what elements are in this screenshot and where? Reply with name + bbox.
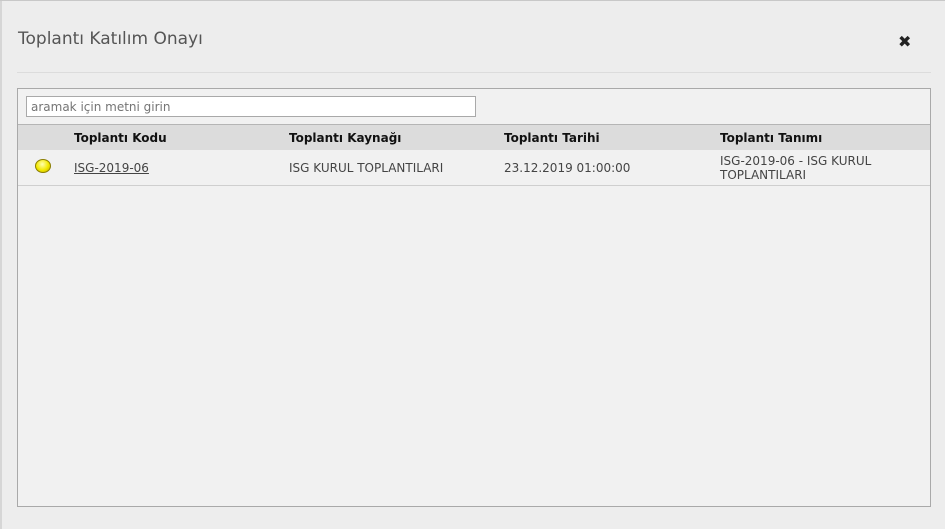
meeting-code-link[interactable]: ISG-2019-06: [74, 161, 149, 175]
search-input[interactable]: [26, 96, 476, 117]
meeting-list-panel: Toplantı Kodu Toplantı Kaynağı Toplantı …: [17, 88, 931, 507]
divider: [17, 72, 931, 73]
background-edge: [0, 1, 2, 529]
header-source[interactable]: Toplantı Kaynağı: [289, 131, 401, 145]
table-header: Toplantı Kodu Toplantı Kaynağı Toplantı …: [18, 124, 930, 150]
dialog-title: Toplantı Katılım Onayı: [18, 29, 203, 49]
header-code[interactable]: Toplantı Kodu: [74, 131, 167, 145]
meeting-source: ISG KURUL TOPLANTILARI: [289, 161, 444, 175]
table-row[interactable]: ISG-2019-06 ISG KURUL TOPLANTILARI 23.12…: [18, 150, 930, 186]
close-icon[interactable]: ✖: [898, 32, 911, 51]
meeting-description: ISG-2019-06 - ISG KURUL TOPLANTILARI: [720, 154, 872, 182]
meeting-date: 23.12.2019 01:00:00: [504, 161, 631, 175]
status-indicator-icon: [35, 159, 51, 173]
header-date[interactable]: Toplantı Tarihi: [504, 131, 600, 145]
header-description[interactable]: Toplantı Tanımı: [720, 131, 822, 145]
